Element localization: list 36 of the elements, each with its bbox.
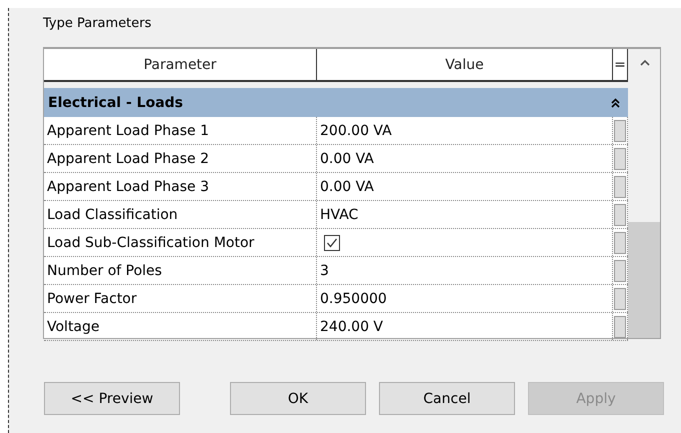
parameter-name: Load Classification	[44, 201, 317, 228]
checkbox[interactable]	[324, 234, 340, 250]
column-header[interactable]: Parameter	[44, 49, 317, 80]
dialog-button[interactable]: OK	[230, 382, 366, 415]
parameter-value[interactable]: 240.00 V	[320, 318, 384, 334]
group-label: Electrical - Loads	[48, 94, 183, 110]
formula-button[interactable]	[614, 120, 626, 142]
parameter-value[interactable]: HVAC	[320, 206, 358, 222]
formula-button[interactable]	[614, 232, 626, 254]
formula-button[interactable]	[614, 176, 626, 198]
scroll-thumb[interactable]	[628, 222, 660, 338]
parameter-name: Voltage	[44, 313, 317, 340]
parameter-value[interactable]: 0.00 VA	[320, 178, 374, 194]
scrollbar[interactable]	[628, 49, 660, 338]
parameter-value[interactable]: 3	[320, 262, 329, 278]
section-title: Type Parameters	[43, 16, 152, 33]
collapse-icon[interactable]	[611, 98, 620, 108]
formula-button[interactable]	[614, 316, 626, 338]
parameter-name: Power Factor	[44, 285, 317, 312]
dialog-button[interactable]: Cancel	[379, 382, 515, 415]
column-header[interactable]: Value	[317, 49, 613, 80]
formula-button[interactable]	[614, 148, 626, 170]
parameter-name: Number of Poles	[44, 257, 317, 284]
formula-button[interactable]	[614, 260, 626, 282]
formula-button[interactable]	[614, 288, 626, 310]
parameter-value[interactable]: 0.950000	[320, 290, 387, 306]
parameter-name: Load Sub-Classification Motor	[44, 229, 317, 256]
formula-button[interactable]	[614, 204, 626, 226]
scroll-up-icon[interactable]	[640, 59, 650, 66]
parameter-name: Apparent Load Phase 1	[44, 117, 317, 144]
parameter-name: Apparent Load Phase 2	[44, 145, 317, 172]
parameter-name: Apparent Load Phase 3	[44, 173, 317, 200]
dialog-button[interactable]: << Preview	[44, 382, 180, 415]
parameter-value[interactable]: 0.00 VA	[320, 150, 374, 166]
group-header[interactable]: Electrical - Loads	[44, 88, 628, 117]
parameter-value[interactable]: 200.00 VA	[320, 122, 392, 138]
